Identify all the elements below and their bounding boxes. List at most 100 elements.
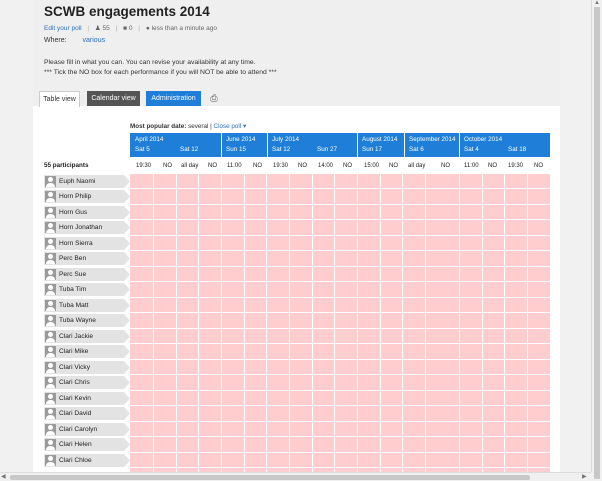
- option-label: NO: [298, 163, 307, 169]
- date-label: Sun 17: [362, 146, 382, 153]
- tab-calendar-view[interactable]: Calendar view: [87, 91, 140, 106]
- separator: |: [138, 25, 140, 32]
- participant-row[interactable]: Clari David: [44, 407, 130, 420]
- participant-name: Tuba Matt: [59, 302, 89, 309]
- participant-row[interactable]: Tuba Wayne: [44, 314, 130, 327]
- avatar: [45, 176, 56, 187]
- edit-poll-link[interactable]: Edit your poll: [44, 25, 82, 32]
- participant-row[interactable]: Perc Sue: [44, 268, 130, 281]
- grid-row-divider: [130, 436, 550, 437]
- avatar: [45, 300, 56, 311]
- option-label: 14:00: [318, 163, 334, 169]
- month-label: June 2014: [226, 136, 256, 143]
- where-value-link[interactable]: various: [83, 37, 106, 44]
- participant-row[interactable]: Horn Philip: [44, 190, 130, 203]
- participant-name: Horn Philip: [59, 193, 92, 200]
- most-popular-date: Most popular date: several | Close poll …: [130, 123, 246, 130]
- month-label: September 2014: [409, 136, 456, 143]
- option-label: 15:00: [364, 163, 380, 169]
- participant-name: Tuba Tim: [59, 286, 87, 293]
- participant-row[interactable]: Clari Chris: [44, 376, 130, 389]
- chevron-down-icon[interactable]: ▾: [243, 123, 246, 130]
- avatar: [45, 269, 56, 280]
- scroll-right-icon[interactable]: ▶: [582, 473, 587, 480]
- participant-row[interactable]: Horn Gus: [44, 206, 130, 219]
- grid-row-divider: [130, 467, 550, 468]
- tab-table-view[interactable]: Table view: [39, 91, 80, 107]
- option-label: NO: [343, 163, 352, 169]
- poll-header: SCWB engagements 2014 Edit your poll | ♟…: [33, 0, 560, 107]
- horizontal-scrollbar[interactable]: ◀ ▶: [0, 472, 591, 481]
- scrollbar-thumb[interactable]: [10, 475, 530, 480]
- participant-row[interactable]: Perc Ben: [44, 252, 130, 265]
- date-label: Sat 18: [508, 146, 527, 153]
- print-icon[interactable]: ⎙: [206, 91, 222, 106]
- avatar: [45, 455, 56, 466]
- month-divider: [404, 133, 405, 157]
- separator: |: [87, 25, 90, 32]
- participant-row[interactable]: Clari Kevin: [44, 392, 130, 405]
- grid-row-divider: [130, 297, 550, 298]
- where-row: Where: various: [44, 37, 105, 44]
- close-poll-link[interactable]: Close poll: [214, 123, 242, 130]
- option-label: 11:00: [464, 163, 479, 169]
- participant-name: Perc Ben: [59, 255, 87, 262]
- participant-row[interactable]: Clari Vicky: [44, 361, 130, 374]
- participant-row[interactable]: Clari Helen: [44, 438, 130, 451]
- person-icon: ♟: [94, 25, 101, 32]
- date-label: Sun 15: [226, 146, 246, 153]
- grid-row-divider: [130, 266, 550, 267]
- option-label: NO: [441, 163, 450, 169]
- participant-row[interactable]: Clari Jackie: [44, 330, 130, 343]
- browser-viewport: SCWB engagements 2014 Edit your poll | ♟…: [0, 0, 602, 481]
- avatar: [45, 284, 56, 295]
- scroll-left-icon[interactable]: ◀: [1, 473, 6, 480]
- scroll-up-icon[interactable]: ▲: [594, 0, 600, 6]
- participant-name: Clari Helen: [59, 441, 92, 448]
- separator: |: [115, 25, 118, 32]
- grid-row-divider: [130, 219, 550, 220]
- participant-name: Perc Sue: [59, 271, 87, 278]
- grid-row-divider: [130, 359, 550, 360]
- participant-name: Horn Sierra: [59, 240, 93, 247]
- participant-row[interactable]: Euph Naomi: [44, 175, 130, 188]
- tab-administration[interactable]: Administration: [146, 91, 201, 106]
- participant-name: Clari Chris: [59, 379, 90, 386]
- option-label: 19:30: [508, 163, 524, 169]
- option-label: 19:30: [273, 163, 289, 169]
- grid-row-divider: [130, 188, 550, 189]
- instruction-line: *** Tick the NO box for each performance…: [44, 69, 277, 76]
- option-label: all day: [181, 163, 199, 169]
- month-label: October 2014: [464, 136, 503, 143]
- participant-row[interactable]: Tuba Tim: [44, 283, 130, 296]
- date-label: Sat 12: [180, 146, 199, 153]
- date-label: Sat 12: [272, 146, 291, 153]
- participant-row[interactable]: Horn Jonathan: [44, 221, 130, 234]
- date-label: Sat 4: [464, 146, 479, 153]
- vertical-scrollbar[interactable]: ▲: [591, 0, 602, 479]
- option-label: NO: [488, 163, 497, 169]
- participant-name: Clari Jackie: [59, 333, 94, 340]
- participant-row[interactable]: Clari Mike: [44, 345, 130, 358]
- option-label: NO: [389, 163, 398, 169]
- grid-row-divider: [130, 235, 550, 236]
- popular-label: Most popular date:: [130, 123, 187, 130]
- option-label: NO: [163, 163, 172, 169]
- date-label: Sun 27: [317, 146, 337, 153]
- participant-name: Clari Vicky: [59, 364, 91, 371]
- poll-instructions: Please fill in what you can. You can rev…: [44, 58, 277, 78]
- avatar: [45, 191, 56, 202]
- participant-row[interactable]: Horn Sierra: [44, 237, 130, 250]
- participant-name: Clari Mike: [59, 348, 89, 355]
- participant-row[interactable]: Tuba Matt: [44, 299, 130, 312]
- participant-name: Horn Jonathan: [59, 224, 103, 231]
- participants-count-label: 55 participants: [44, 162, 89, 169]
- grid-row-divider: [130, 343, 550, 344]
- poll-meta: Edit your poll | ♟ 55 | ■ 0 | ● less tha…: [44, 24, 217, 32]
- date-label: Sat 6: [409, 146, 424, 153]
- scrollbar-thumb[interactable]: [594, 7, 600, 479]
- avatar: [45, 222, 56, 233]
- participant-row[interactable]: Clari Carolyn: [44, 423, 130, 436]
- poll-page: SCWB engagements 2014 Edit your poll | ♟…: [33, 0, 560, 472]
- participant-row[interactable]: Clari Chloe: [44, 454, 130, 467]
